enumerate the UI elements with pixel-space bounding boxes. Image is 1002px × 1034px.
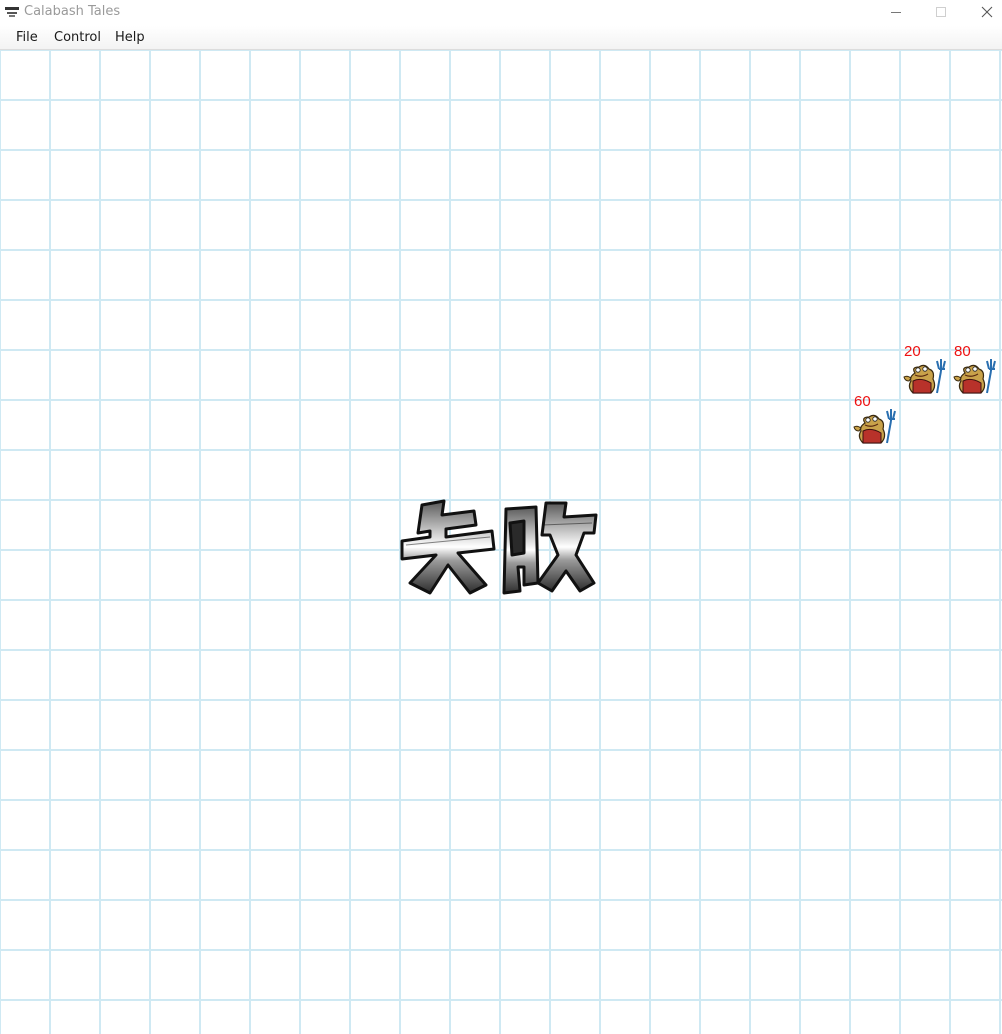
toad-demon-icon xyxy=(953,359,996,394)
enemy-unit[interactable]: 80 xyxy=(951,343,1001,395)
unit-hp: 60 xyxy=(854,393,871,410)
app-logo-icon xyxy=(5,7,19,17)
enemy-unit[interactable]: 60 xyxy=(851,393,901,445)
menu-bar: File Control Help xyxy=(0,26,1002,50)
app-window: Calabash Tales File Control Help 20 80 6… xyxy=(0,0,1002,1034)
close-button[interactable] xyxy=(964,0,1002,26)
menu-help[interactable]: Help xyxy=(115,30,145,45)
defeat-text: 失败 xyxy=(396,497,397,498)
toad-demon-icon xyxy=(903,359,946,394)
window-title: Calabash Tales xyxy=(24,4,121,19)
minimize-icon xyxy=(891,12,901,13)
game-board[interactable]: 20 80 60 xyxy=(0,50,1002,1034)
defeat-graphic xyxy=(400,499,598,595)
minimize-button[interactable] xyxy=(872,0,918,26)
enemy-unit[interactable]: 20 xyxy=(901,343,951,395)
defeat-banner: 失败 xyxy=(396,497,608,605)
unit-hp: 80 xyxy=(954,343,971,360)
maximize-icon xyxy=(936,7,946,17)
menu-file[interactable]: File xyxy=(16,30,38,45)
unit-hp: 20 xyxy=(904,343,921,360)
close-icon xyxy=(981,6,993,18)
menu-control[interactable]: Control xyxy=(54,30,101,45)
title-bar[interactable]: Calabash Tales xyxy=(0,0,1002,26)
maximize-button[interactable] xyxy=(918,0,964,26)
toad-demon-icon xyxy=(853,409,896,444)
